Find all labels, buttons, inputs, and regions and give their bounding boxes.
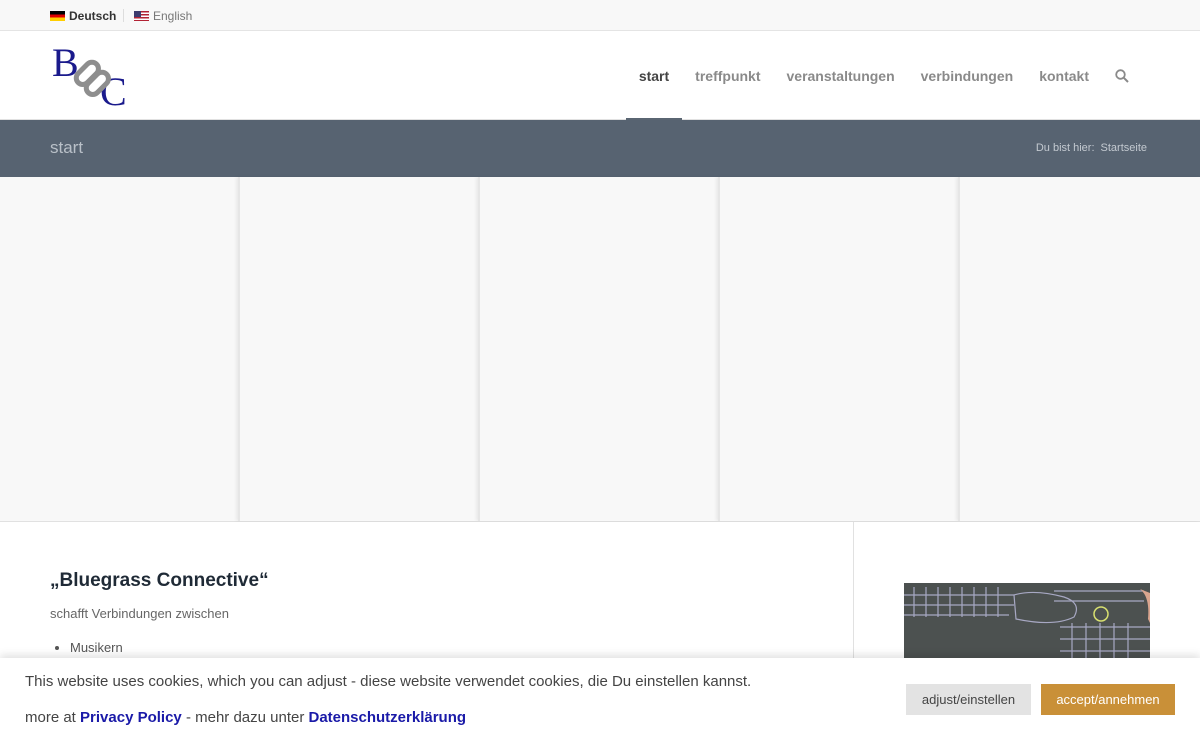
cookie-message: This website uses cookies, which you can…: [25, 673, 752, 690]
cookie-more-info: more at Privacy Policy - mehr dazu unter…: [25, 709, 466, 726]
language-divider: [123, 9, 124, 22]
content-list: Musikern: [70, 640, 123, 655]
cookie-more-middle: - mehr dazu unter: [185, 709, 305, 726]
breadcrumb-prefix: Du bist hier:: [1035, 142, 1095, 154]
search-icon: [1115, 68, 1129, 83]
page-title[interactable]: start: [50, 138, 83, 158]
cookie-more-prefix: more at: [25, 709, 76, 726]
breadcrumb-link-startseite[interactable]: Startseite: [1101, 142, 1147, 154]
search-button[interactable]: [1102, 31, 1137, 120]
nav-item-start[interactable]: start: [625, 31, 683, 120]
page-title-bar: start Du bist hier: Startseite: [0, 120, 1200, 177]
adjust-cookies-button[interactable]: adjust/einstellen: [906, 684, 1031, 715]
content-heading: „Bluegrass Connective“: [50, 570, 269, 591]
nav-item-verbindungen[interactable]: verbindungen: [908, 31, 1027, 120]
language-bar: Deutsch English: [0, 0, 1200, 31]
language-english[interactable]: English: [134, 9, 192, 23]
list-item: Musikern: [70, 640, 123, 655]
language-deutsch[interactable]: Deutsch: [50, 9, 116, 23]
privacy-policy-link[interactable]: Privacy Policy: [80, 709, 182, 726]
nav-item-kontakt[interactable]: kontakt: [1026, 31, 1102, 120]
slider-column[interactable]: [238, 177, 478, 521]
main-navigation: start treffpunkt veranstaltungen verbind…: [625, 31, 1137, 120]
language-deutsch-label: Deutsch: [69, 9, 117, 23]
nav-item-treffpunkt[interactable]: treffpunkt: [682, 31, 773, 120]
nav-item-veranstaltungen[interactable]: veranstaltungen: [774, 31, 908, 120]
language-english-label: English: [153, 9, 193, 23]
slider-column[interactable]: [0, 177, 240, 521]
slider-column[interactable]: [958, 177, 1200, 521]
breadcrumb: Du bist hier: Startseite: [1036, 142, 1147, 154]
flag-germany-icon: [50, 11, 65, 21]
image-slider: [0, 177, 1200, 522]
sidebar-image[interactable]: [904, 583, 1150, 663]
slider-column[interactable]: [478, 177, 718, 521]
cookie-banner: This website uses cookies, which you can…: [0, 658, 1200, 740]
content-subline: schafft Verbindungen zwischen: [50, 606, 229, 621]
slider-column[interactable]: [718, 177, 958, 521]
site-header: B C start treffpunkt veranstaltungen ver…: [0, 31, 1200, 120]
chalkboard-drawing-image: [904, 583, 1150, 663]
flag-usa-icon: [134, 11, 149, 21]
logo-graphic: B C: [52, 40, 127, 114]
datenschutz-link[interactable]: Datenschutzerklärung: [309, 709, 467, 726]
site-logo[interactable]: B C: [50, 40, 138, 114]
accept-cookies-button[interactable]: accept/annehmen: [1041, 684, 1175, 715]
